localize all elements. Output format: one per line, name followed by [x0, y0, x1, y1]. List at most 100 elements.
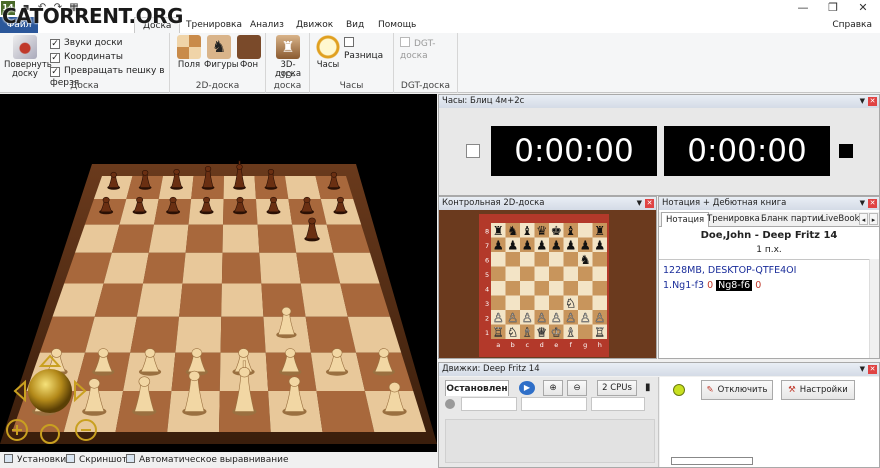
board2d-svg[interactable]: ♜ ♞ ♝ ♛ ♚ ♝ ♜♟ ♟ ♟ ♟ ♟ ♟ ♟ ♟♞♘♙ ♙ ♙ ♙ ♙ ♙ ♙ ♙♖ ♘ ♗ ♕ ♔ ♗ ♖ 8765432…	[439, 211, 657, 359]
lock-icon[interactable]: ▮	[645, 381, 655, 394]
board2d-square[interactable]	[534, 252, 550, 267]
black-piece-2d[interactable]: ♚	[551, 223, 562, 238]
white-piece-2d[interactable]: ♙	[536, 310, 548, 325]
move-list[interactable]: 1.Ng1-f3 0 Ng8-f6 0	[663, 280, 761, 291]
board2d-square[interactable]	[505, 252, 521, 267]
engine-status-tab[interactable]: Остановлен	[445, 380, 509, 396]
move-white[interactable]: 1.Ng1-f3	[663, 280, 704, 291]
white-piece-2d[interactable]: ♙	[492, 310, 504, 325]
board2d-square[interactable]	[520, 252, 535, 267]
panel-close-icon[interactable]: ✕	[868, 97, 877, 106]
black-piece-2d[interactable]: ♞	[507, 223, 518, 238]
rotate-board-button[interactable]: Повернуть доску	[4, 35, 52, 79]
panel-dropdown-icon[interactable]: ▼	[860, 197, 865, 210]
board-square[interactable]	[221, 252, 262, 284]
tab-view[interactable]: Вид	[346, 17, 364, 33]
difference-checkbox[interactable]: Разница	[344, 37, 393, 61]
board-square[interactable]	[130, 316, 180, 353]
board-3d-view[interactable]	[0, 94, 437, 452]
tab-engine[interactable]: Движок	[296, 17, 333, 33]
board2d-square[interactable]	[520, 295, 535, 311]
zoom-out-engine-button[interactable]: ⊖	[567, 380, 587, 396]
black-piece-2d[interactable]: ♟	[565, 238, 576, 253]
board2d-square[interactable]	[534, 266, 550, 282]
board2d-square[interactable]	[505, 281, 521, 296]
black-piece-2d[interactable]: ♟	[522, 238, 533, 253]
white-piece-2d[interactable]: ♘	[507, 324, 519, 340]
board2d-square[interactable]	[505, 266, 521, 282]
black-piece-2d[interactable]: ♟	[536, 238, 547, 253]
tab-livebook[interactable]: LiveBook	[817, 212, 864, 227]
tabs-scroll-right-icon[interactable]: ▸	[869, 213, 878, 225]
board2d-square[interactable]	[491, 252, 506, 267]
close-button[interactable]: ✕	[848, 0, 878, 16]
white-piece-2d[interactable]: ♙	[565, 310, 577, 325]
panel-close-icon[interactable]: ✕	[868, 199, 877, 208]
zoom-in-engine-button[interactable]: ⊕	[543, 380, 563, 396]
board2d-square[interactable]	[563, 266, 579, 282]
board-square[interactable]	[148, 224, 189, 253]
black-piece-2d[interactable]: ♞	[580, 252, 591, 267]
board-square[interactable]	[257, 224, 297, 253]
white-piece-2d[interactable]: ♖	[492, 324, 504, 340]
white-piece-2d[interactable]: ♘	[565, 295, 577, 311]
board-square[interactable]	[222, 224, 260, 253]
board-square[interactable]	[185, 224, 224, 253]
cpus-button[interactable]: 2 CPUs	[597, 380, 637, 396]
black-piece-2d[interactable]: ♜	[594, 223, 605, 238]
white-piece-2d[interactable]: ♖	[594, 324, 606, 340]
board2d-square[interactable]	[520, 281, 535, 296]
black-piece-2d[interactable]: ♟	[594, 238, 605, 253]
black-piece-2d[interactable]: ♟	[551, 238, 562, 253]
board2d-square[interactable]	[549, 295, 564, 311]
white-piece-2d[interactable]: ♕	[536, 324, 548, 340]
tab-training[interactable]: Тренировка	[186, 17, 242, 33]
board-square[interactable]	[220, 316, 266, 353]
board2d-square[interactable]	[592, 266, 608, 282]
board2d-square[interactable]	[578, 324, 593, 340]
board2d-square[interactable]	[491, 281, 506, 296]
engine-settings-button[interactable]: ⚒ Настройки	[781, 380, 855, 400]
black-piece-2d[interactable]: ♝	[522, 223, 533, 238]
board2d-square[interactable]	[534, 295, 550, 311]
board-square[interactable]	[179, 283, 222, 317]
white-piece-2d[interactable]: ♗	[565, 324, 577, 340]
black-piece-2d[interactable]: ♟	[507, 238, 518, 253]
board2d-square[interactable]	[578, 266, 593, 282]
screenshot-status-item[interactable]: Скриншот	[66, 452, 127, 468]
panel-dropdown-icon[interactable]: ▼	[860, 363, 865, 376]
white-piece-2d[interactable]: ♙	[594, 310, 606, 325]
board2d-square[interactable]	[520, 266, 535, 282]
board2d-square[interactable]	[578, 295, 593, 311]
white-piece-2d[interactable]: ♗	[521, 324, 533, 340]
board2d-square[interactable]	[549, 252, 564, 267]
board-square[interactable]	[143, 252, 186, 284]
board-square[interactable]	[285, 176, 321, 200]
navigation-ball-icon[interactable]	[28, 369, 72, 413]
pieces-button[interactable]: ♞ Фигуры	[204, 35, 238, 70]
engine-start-icon[interactable]: ▶	[519, 381, 535, 395]
tab-analysis[interactable]: Анализ	[250, 17, 284, 33]
queen-promotion-checkbox[interactable]: ✓ Превращать пешку в ферзя	[50, 65, 169, 88]
board2d-square[interactable]	[563, 281, 579, 296]
panel-close-icon[interactable]: ✕	[645, 199, 654, 208]
panel-close-icon[interactable]: ✕	[868, 365, 877, 374]
board-square[interactable]	[221, 283, 264, 317]
board2d-square[interactable]	[578, 223, 593, 238]
white-piece-2d[interactable]: ♔	[550, 324, 562, 340]
tabs-scroll-left-icon[interactable]: ◂	[859, 213, 868, 225]
tab-help[interactable]: Помощь	[378, 17, 416, 33]
clock-button[interactable]: Часы	[314, 35, 342, 70]
board-square[interactable]	[305, 316, 357, 353]
sound-checkbox[interactable]: ✓ Звуки доски	[50, 37, 123, 51]
black-piece-2d[interactable]: ♟	[493, 238, 504, 253]
help-link[interactable]: Справка	[832, 17, 872, 33]
disconnect-engine-button[interactable]: ✎ Отключить	[701, 380, 773, 400]
white-piece-2d[interactable]: ♙	[507, 310, 519, 325]
board2d-square[interactable]	[505, 295, 521, 311]
board-square[interactable]	[259, 252, 301, 284]
black-piece-2d[interactable]: ♜	[493, 223, 504, 238]
board-3d-svg[interactable]	[0, 94, 437, 452]
board2d-square[interactable]	[549, 281, 564, 296]
board2d-square[interactable]	[592, 281, 608, 296]
